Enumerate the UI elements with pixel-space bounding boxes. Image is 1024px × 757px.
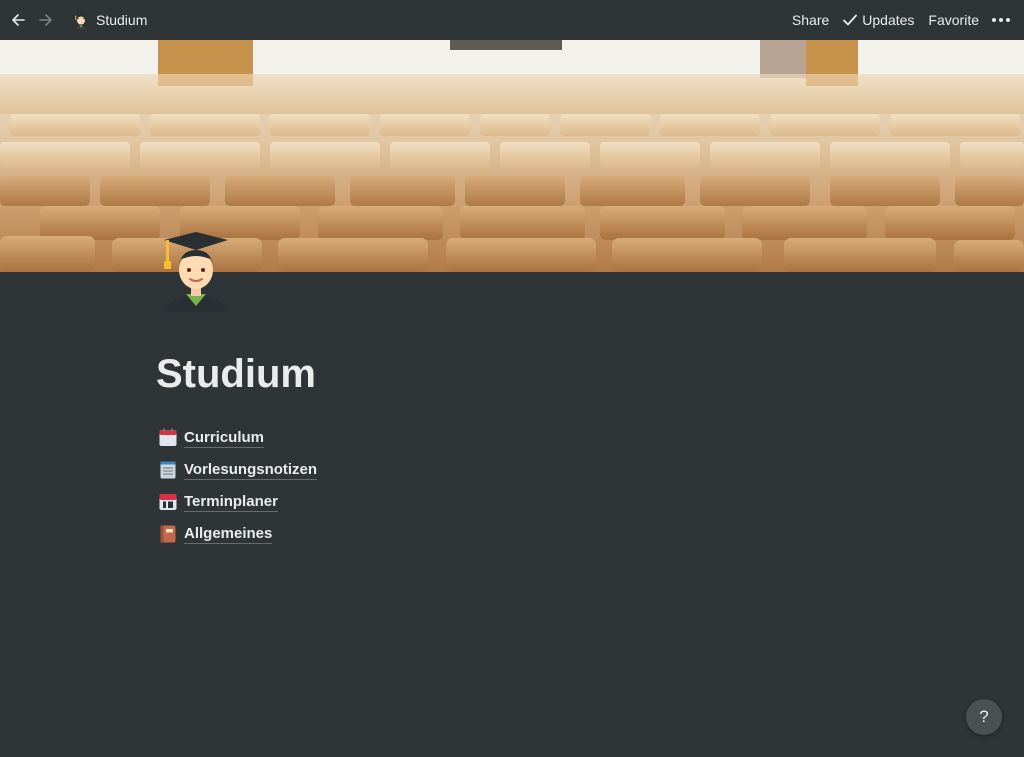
updates-button[interactable]: Updates	[836, 8, 921, 32]
breadcrumb[interactable]: Studium	[66, 9, 153, 31]
forward-button[interactable]	[34, 8, 58, 32]
link-allgemeines[interactable]: Allgemeines	[156, 518, 317, 550]
topbar: Studium Share Updates Favorite	[0, 0, 1024, 40]
student-icon	[74, 13, 88, 29]
link-label: Curriculum	[184, 428, 265, 448]
link-curriculum[interactable]: Curriculum	[156, 422, 317, 454]
help-button[interactable]: ?	[966, 699, 1002, 735]
link-label: Terminplaner	[184, 492, 278, 512]
link-label: Vorlesungsnotizen	[184, 460, 318, 480]
back-button[interactable]	[6, 8, 30, 32]
lecture-hall-picture	[0, 40, 1024, 272]
check-icon	[843, 14, 858, 26]
student-graduation-cap-icon[interactable]	[160, 228, 232, 312]
notebook-icon	[160, 525, 176, 543]
arrow-left-icon	[12, 14, 25, 26]
updates-label: Updates	[862, 12, 915, 28]
link-label: Allgemeines	[184, 524, 273, 544]
favorite-label: Favorite	[928, 12, 979, 28]
share-button[interactable]: Share	[785, 8, 836, 32]
more-button[interactable]	[986, 14, 1016, 26]
page-links: Curriculum Vorlesungsnotizen Terminplane…	[156, 422, 318, 550]
link-terminplaner[interactable]: Terminplaner	[156, 486, 317, 518]
ellipsis-icon	[992, 18, 996, 22]
calendar-icon	[159, 428, 177, 446]
cover-image	[0, 40, 1024, 272]
share-label: Share	[791, 12, 830, 28]
help-label: ?	[979, 707, 989, 726]
breadcrumb-title: Studium	[96, 12, 148, 28]
notepad-icon	[160, 461, 176, 479]
link-vorlesungsnotizen[interactable]: Vorlesungsnotizen	[156, 454, 318, 486]
arrow-right-icon	[39, 14, 52, 26]
page-title: Studium	[156, 352, 316, 396]
favorite-button[interactable]: Favorite	[921, 8, 986, 32]
date-calendar-icon	[159, 494, 177, 510]
